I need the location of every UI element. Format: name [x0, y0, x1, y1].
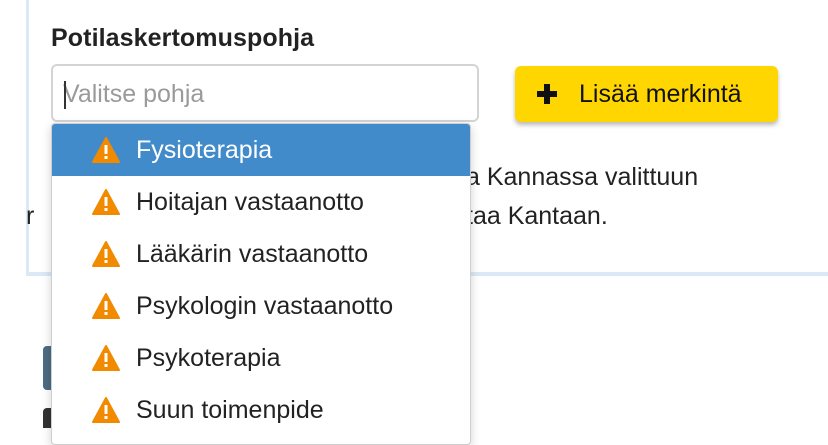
dropdown-item-label: Psykologin vastaanotto: [136, 291, 394, 320]
add-entry-button[interactable]: Lisää merkintä: [515, 66, 778, 122]
dropdown-item[interactable]: Fysioterapia: [52, 124, 470, 176]
warning-icon: [92, 293, 120, 319]
dropdown-item-label: Hoitajan vastaanotto: [136, 187, 364, 216]
warning-icon: [92, 345, 120, 371]
text-caret: [64, 81, 66, 109]
dropdown-item-label: Lääkärin vastaanotto: [136, 239, 369, 268]
template-dropdown-menu: Fysioterapia Hoitajan vastaanotto Lääkär…: [51, 123, 471, 445]
warning-icon: [92, 397, 120, 423]
plus-icon: [537, 84, 557, 104]
dropdown-item[interactable]: Hoitajan vastaanotto: [52, 176, 470, 228]
info-text-line-2-prefix: r: [26, 202, 35, 230]
add-entry-label: Lisää merkintä: [579, 79, 742, 108]
info-text-line-2: taa Kantaan.: [466, 202, 608, 230]
dropdown-item[interactable]: Psykoterapia: [52, 332, 470, 384]
warning-icon: [92, 189, 120, 215]
warning-icon: [92, 137, 120, 163]
dropdown-item[interactable]: Suun toimenpide: [52, 384, 470, 436]
dropdown-item-label: Suun toimenpide: [136, 395, 324, 424]
template-search-input[interactable]: [63, 78, 463, 110]
warning-icon: [92, 241, 120, 267]
dropdown-item-label: Fysioterapia: [136, 135, 273, 164]
info-text-line-1: a Kannassa valittuun: [466, 163, 699, 191]
dropdown-item-label: Psykoterapia: [136, 343, 281, 372]
dropdown-item[interactable]: Lääkärin vastaanotto: [52, 228, 470, 280]
page-title: Potilaskertomuspohja: [51, 24, 315, 52]
dropdown-item[interactable]: Psykologin vastaanotto: [52, 280, 470, 332]
template-select[interactable]: [51, 64, 479, 122]
